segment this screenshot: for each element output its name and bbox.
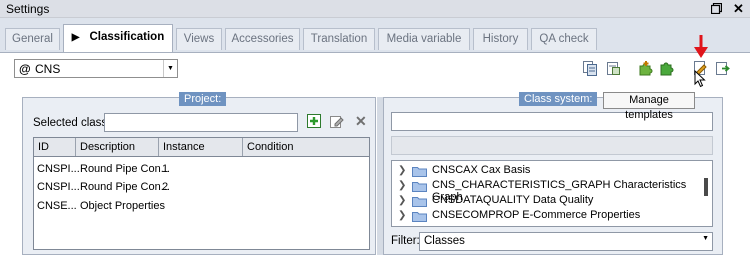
- project-panel-title: Project:: [179, 92, 227, 106]
- cell-description: Round Pipe Con...: [80, 181, 170, 193]
- tab-media-variable[interactable]: Media variable: [378, 28, 470, 50]
- class-path-field: [391, 136, 713, 155]
- class-system-panel-title: Class system:: [519, 92, 598, 106]
- catalog-value: CNS: [35, 62, 61, 76]
- restore-icon[interactable]: [711, 3, 722, 14]
- filter-value: Classes: [424, 235, 465, 247]
- tree-item-label: CNSCAX Cax Basis: [432, 164, 531, 176]
- tab-classification-label: Classification: [89, 31, 165, 43]
- export-icon[interactable]: [715, 60, 731, 76]
- edit-icon[interactable]: [330, 114, 344, 128]
- col-id[interactable]: ID: [38, 141, 49, 153]
- folder-icon: [412, 167, 427, 177]
- tab-general[interactable]: General: [5, 28, 60, 50]
- puzzle-icon[interactable]: [659, 60, 675, 76]
- table-header: ID Description Instance Condition: [34, 138, 369, 157]
- filter-label: Filter:: [391, 235, 420, 247]
- tab-accessories[interactable]: Accessories: [225, 28, 300, 50]
- class-tree: ❯ CNSCAX Cax Basis ❯ CNS_CHARACTERISTICS…: [391, 160, 713, 227]
- paste-icon[interactable]: [605, 60, 621, 76]
- cursor-icon: [694, 70, 706, 88]
- cell-instance: 2: [162, 181, 169, 193]
- cell-description: Round Pipe Con...: [80, 163, 170, 175]
- tab-qa-check[interactable]: QA check: [531, 28, 597, 50]
- tab-translation[interactable]: Translation: [303, 28, 375, 50]
- tree-item-label: CNSECOMPROP E-Commerce Properties: [432, 209, 641, 221]
- chevron-right-icon[interactable]: ❯: [398, 165, 406, 176]
- tab-classification[interactable]: ▶ Classification: [63, 24, 173, 52]
- tree-item[interactable]: ❯ CNSECOMPROP E-Commerce Properties: [392, 209, 702, 224]
- folder-icon: [412, 197, 427, 207]
- copy-icon[interactable]: [582, 60, 598, 76]
- delete-icon[interactable]: ✕: [355, 113, 367, 130]
- cell-id: CNSPI...: [37, 163, 80, 175]
- tab-history[interactable]: History: [473, 28, 528, 50]
- tree-scrollbar[interactable]: [704, 178, 708, 196]
- tab-views[interactable]: Views: [176, 28, 222, 50]
- col-description[interactable]: Description: [80, 141, 135, 153]
- chevron-right-icon[interactable]: ❯: [398, 195, 406, 206]
- tree-item[interactable]: ❯ CNSCAX Cax Basis: [392, 164, 702, 179]
- cell-description: Object Properties: [80, 200, 165, 212]
- catalog-select[interactable]: @ CNS ▼: [14, 59, 178, 78]
- red-arrow-icon: [694, 35, 708, 58]
- chevron-down-icon: ▼: [163, 60, 177, 77]
- folder-icon: [412, 212, 427, 222]
- add-icon[interactable]: [307, 114, 321, 128]
- close-icon[interactable]: ✕: [733, 1, 744, 17]
- chevron-right-icon[interactable]: ❯: [398, 210, 406, 221]
- cell-id: CNSE...: [37, 200, 77, 212]
- title-bar: Settings ✕: [0, 0, 750, 18]
- tab-bar: General ▶ Classification Views Accessorie…: [0, 18, 750, 52]
- tab-arrow-icon: ▶: [71, 32, 80, 43]
- tree-item[interactable]: ❯ CNS_CHARACTERISTICS_GRAPH Characterist…: [392, 179, 702, 203]
- chevron-right-icon[interactable]: ❯: [398, 180, 406, 191]
- tree-item-label: CNSDATAQUALITY Data Quality: [432, 194, 594, 206]
- col-condition[interactable]: Condition: [247, 141, 293, 153]
- catalog-prefix: @: [19, 62, 31, 76]
- tree-item[interactable]: ❯ CNSDATAQUALITY Data Quality: [392, 194, 702, 209]
- folder-icon: [412, 182, 427, 192]
- tooltip: Manage templates: [603, 92, 695, 121]
- window-title: Settings: [6, 2, 50, 16]
- cell-instance: 1: [162, 163, 169, 175]
- selected-classes-input[interactable]: [104, 113, 298, 132]
- filter-select[interactable]: Classes ▼: [419, 232, 713, 251]
- puzzle-add-icon[interactable]: [637, 60, 653, 76]
- classes-table: ID Description Instance Condition CNSPI.…: [33, 137, 370, 250]
- col-instance[interactable]: Instance: [163, 141, 205, 153]
- cell-id: CNSPI...: [37, 181, 80, 193]
- chevron-down-icon: ▼: [702, 235, 709, 242]
